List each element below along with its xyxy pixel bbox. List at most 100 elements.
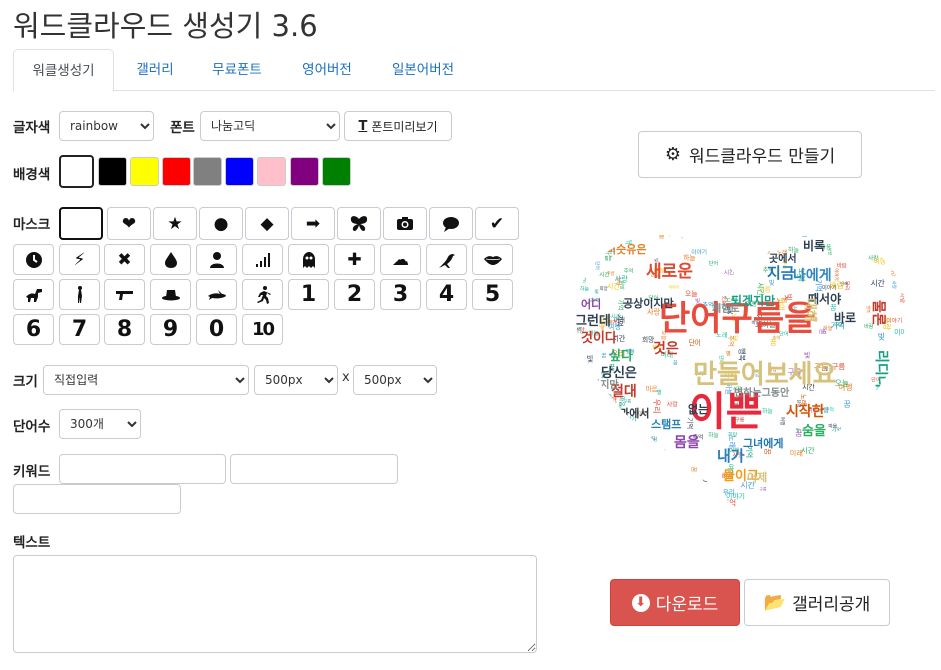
cloud-filler-word: 미래 [894, 362, 900, 370]
mask-num-6-button[interactable]: 6 [13, 314, 54, 345]
mask-lips-button[interactable] [472, 244, 513, 275]
size-mode-select[interactable]: 직접입력 [43, 365, 249, 395]
cloud-filler-word: 구름 [603, 405, 618, 414]
cloud-filler-word: 별 [613, 431, 620, 440]
height-select[interactable]: 500px [353, 365, 437, 395]
bg-color-swatch[interactable] [59, 155, 94, 188]
bg-color-swatch[interactable] [225, 157, 254, 186]
bg-color-swatch[interactable] [290, 157, 319, 186]
cloud-filler-word: 하늘 [891, 469, 899, 475]
cloud-filler-word: 하늘 [622, 471, 632, 479]
keyword-input-1[interactable] [59, 454, 226, 484]
mask-num-0-button[interactable]: 0 [196, 314, 237, 345]
mask-num-1-button[interactable]: 1 [288, 279, 329, 310]
cloud-filler-word: 우리 [888, 398, 898, 406]
mask-camera-button[interactable] [383, 207, 427, 240]
cloud-filler-word: 바람 [734, 240, 744, 247]
cloud-word: 것이다 [581, 330, 617, 346]
keyword-input-2[interactable] [230, 454, 398, 484]
cloud-filler-word: 노래 [881, 454, 894, 463]
cloud-filler-word: 빛 [595, 288, 599, 295]
mask-bird-button[interactable] [426, 244, 467, 275]
mask-num-9-button[interactable]: 9 [150, 314, 191, 345]
mask-butterfly-button[interactable] [337, 207, 381, 240]
mask-speech-bubble-button[interactable] [429, 207, 473, 240]
mask-check-button[interactable]: ✔ [475, 207, 519, 240]
make-wordcloud-button[interactable]: ⚙ 워드클라우드 만들기 [638, 131, 862, 178]
mask-ghost-button[interactable] [288, 244, 329, 275]
mask-heart-button[interactable]: ❤ [107, 207, 151, 240]
lips-icon [483, 250, 503, 270]
font-label: 폰트 [170, 120, 195, 136]
cloud-word: 체험도 [712, 302, 740, 315]
tab-english[interactable]: 영어버전 [287, 49, 367, 91]
bg-color-swatch[interactable] [130, 157, 159, 186]
width-select[interactable]: 500px [254, 365, 338, 395]
font-preview-button[interactable]: T 폰트미리보기 [344, 111, 452, 141]
heart-icon: ❤ [121, 213, 137, 234]
mask-gun-button[interactable] [104, 279, 145, 310]
mask-star-button[interactable]: ★ [153, 207, 197, 240]
font-color-select[interactable]: rainbow [59, 111, 154, 141]
mask-shark-button[interactable] [196, 279, 237, 310]
bg-color-swatch[interactable] [162, 157, 191, 186]
cloud-filler-word: 빛 [794, 490, 798, 497]
cloud-word: 싶다 [609, 348, 633, 364]
tab-gallery[interactable]: 갤러리 [117, 49, 193, 91]
runner-icon [253, 285, 273, 305]
bg-color-swatch[interactable] [193, 157, 222, 186]
mask-num-10-button[interactable]: 10 [242, 314, 283, 345]
mask-arrow-button[interactable]: ➡ [291, 207, 335, 240]
word-count-label: 단어수 [13, 419, 51, 435]
mask-blank-button[interactable] [59, 207, 103, 240]
cloud-filler-word: 이야기 [833, 268, 840, 280]
cloud-filler-word: 행복 [604, 235, 611, 244]
cloud-filler-word: 꿈 [899, 232, 906, 241]
mask-num-8-button[interactable]: 8 [104, 314, 145, 345]
mask-hat-button[interactable] [150, 279, 191, 310]
text-input[interactable] [13, 555, 537, 653]
mask-x-mark-button[interactable]: ✖ [104, 244, 145, 275]
cloud-filler-word: 미래 [729, 247, 743, 256]
bg-color-swatch[interactable] [322, 157, 351, 186]
mask-num-4-button[interactable]: 4 [426, 279, 467, 310]
mask-person-button[interactable] [196, 244, 237, 275]
mask-circle-button[interactable]: ● [199, 207, 243, 240]
cloud-filler-word: 사랑 [899, 293, 907, 303]
mask-num-2-button[interactable]: 2 [334, 279, 375, 310]
tab-wordcloud-generator[interactable]: 워클생성기 [13, 49, 114, 92]
mask-diamond-button[interactable]: ◆ [245, 207, 289, 240]
bg-color-swatch[interactable] [98, 157, 127, 186]
num-0-label: 0 [208, 317, 225, 342]
mask-num-7-button[interactable]: 7 [59, 314, 100, 345]
mask-clock-button[interactable] [13, 244, 54, 275]
mask-num-5-button[interactable]: 5 [472, 279, 513, 310]
tab-free-fonts[interactable]: 무료폰트 [197, 49, 277, 91]
download-button[interactable]: ⬇ 다운로드 [610, 579, 740, 626]
font-select[interactable]: 나눔고딕 [200, 111, 340, 141]
dinosaur-icon [24, 285, 44, 305]
cloud-filler-word: 단어 [848, 496, 858, 504]
tab-japanese[interactable]: 일본어버전 [375, 49, 471, 91]
mask-figure-button[interactable] [59, 279, 100, 310]
cloud-filler-word: 추억 [825, 406, 834, 413]
mask-num-3-button[interactable]: 3 [380, 279, 421, 310]
mask-drop-button[interactable] [150, 244, 191, 275]
bg-color-swatch[interactable] [257, 157, 286, 186]
cloud-filler-word: 우리 [680, 233, 688, 240]
mask-cloud-button[interactable]: ☁ [380, 244, 421, 275]
mask-lightning-button[interactable]: ⚡ [59, 244, 100, 275]
mask-dinosaur-button[interactable] [13, 279, 54, 310]
cloud-word: 만들어보세요 [693, 360, 837, 390]
cloud-word: 물론 [870, 300, 886, 326]
mask-signal-button[interactable] [242, 244, 283, 275]
word-count-select[interactable]: 300개 [59, 409, 141, 439]
mask-runner-button[interactable] [242, 279, 283, 310]
keyword-input-3[interactable] [13, 484, 181, 514]
gallery-publish-button[interactable]: 📂 갤러리공개 [744, 579, 890, 626]
mask-plus-button[interactable]: ✚ [334, 244, 375, 275]
cloud-filler-word: 구름 [575, 454, 582, 464]
cloud-word: 비록 [803, 238, 825, 253]
cloud-word: 리디다 [873, 350, 889, 389]
cloud-word: 지금 [767, 264, 795, 282]
